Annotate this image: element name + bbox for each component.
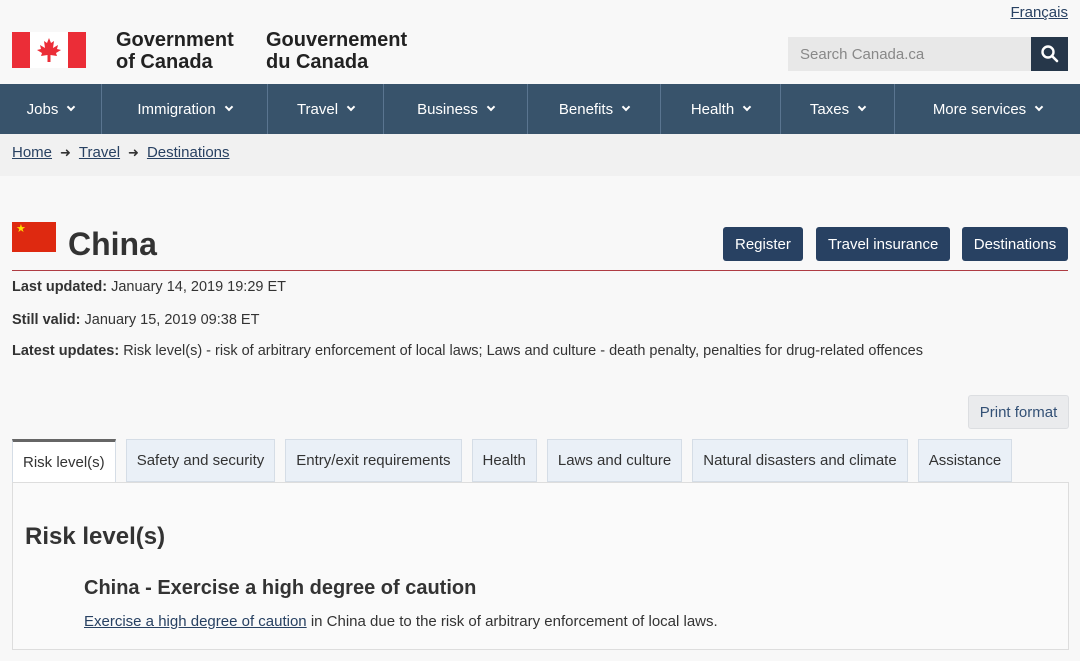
chevron-down-icon xyxy=(857,102,867,112)
search-input[interactable]: Search Canada.ca xyxy=(788,37,1032,71)
tab-assistance[interactable]: Assistance xyxy=(917,439,1013,482)
tab-laws-culture[interactable]: Laws and culture xyxy=(546,439,683,482)
risk-level-heading: China - Exercise a high degree of cautio… xyxy=(84,577,477,599)
travel-insurance-button[interactable]: Travel insurance xyxy=(816,227,951,261)
last-updated-label: Last updated: xyxy=(12,279,108,295)
signature-fr[interactable]: Gouvernement du Canada xyxy=(266,29,407,73)
chevron-down-icon xyxy=(346,102,356,112)
signature-en[interactable]: Government of Canada xyxy=(116,29,234,73)
breadcrumb: Home ➜ Travel ➜ Destinations xyxy=(12,144,230,161)
menu-item-taxes[interactable]: Taxes xyxy=(781,84,895,134)
canada-flag-icon xyxy=(12,32,86,68)
risk-level-link[interactable]: Exercise a high degree of caution xyxy=(84,613,307,630)
last-updated-value: January 14, 2019 19:29 ET xyxy=(111,279,287,295)
tab-natural-disasters[interactable]: Natural disasters and climate xyxy=(692,439,908,482)
arrow-right-icon: ➜ xyxy=(128,144,139,160)
title-divider xyxy=(12,270,1068,271)
language-toggle-link[interactable]: Français xyxy=(1010,4,1068,21)
last-updated: Last updated: January 14, 2019 19:29 ET xyxy=(12,279,286,295)
risk-level-description: Exercise a high degree of caution in Chi… xyxy=(84,613,718,630)
tab-entry-exit[interactable]: Entry/exit requirements xyxy=(285,439,462,482)
chevron-down-icon xyxy=(1034,102,1044,112)
latest-updates: Latest updates: Risk level(s) - risk of … xyxy=(12,343,923,359)
chevron-down-icon xyxy=(621,102,631,112)
tab-health[interactable]: Health xyxy=(471,439,537,482)
breadcrumb-home[interactable]: Home xyxy=(12,144,52,161)
destinations-button[interactable]: Destinations xyxy=(962,227,1068,261)
menu-item-more-services[interactable]: More services xyxy=(895,84,1080,134)
chevron-down-icon xyxy=(67,102,76,112)
signature-fr-line2: du Canada xyxy=(266,51,369,73)
search-icon xyxy=(1040,45,1058,63)
menu-item-travel[interactable]: Travel xyxy=(268,84,384,134)
chevron-down-icon xyxy=(224,102,233,112)
chevron-down-icon xyxy=(742,102,752,112)
search-button[interactable] xyxy=(1031,37,1068,71)
print-format-button[interactable]: Print format xyxy=(968,395,1069,429)
tab-risk-levels[interactable]: Risk level(s) xyxy=(12,439,116,483)
menu-item-jobs[interactable]: Jobs xyxy=(0,84,102,134)
signature-fr-line1: Gouvernement xyxy=(266,29,408,51)
still-valid-value: January 15, 2019 09:38 ET xyxy=(84,312,260,328)
signature-en-line2: of Canada xyxy=(116,51,213,73)
menu-item-immigration[interactable]: Immigration xyxy=(102,84,268,134)
signature-en-line1: Government xyxy=(116,29,234,51)
still-valid-label: Still valid: xyxy=(12,312,81,328)
panel-heading: Risk level(s) xyxy=(25,523,166,550)
arrow-right-icon: ➜ xyxy=(60,144,71,160)
chevron-down-icon xyxy=(486,102,496,112)
tab-safety-security[interactable]: Safety and security xyxy=(125,439,276,482)
register-button[interactable]: Register xyxy=(723,227,803,261)
breadcrumb-destinations[interactable]: Destinations xyxy=(147,144,230,161)
menu-item-business[interactable]: Business xyxy=(384,84,528,134)
risk-level-text: in China due to the risk of arbitrary en… xyxy=(306,613,718,630)
still-valid: Still valid: January 15, 2019 09:38 ET xyxy=(12,312,259,328)
china-flag-icon: ★ xyxy=(12,222,56,252)
tab-list: Risk level(s) Safety and security Entry/… xyxy=(12,439,1013,483)
page-title: China xyxy=(68,226,157,262)
latest-updates-value: Risk level(s) - risk of arbitrary enforc… xyxy=(123,343,923,359)
breadcrumb-travel[interactable]: Travel xyxy=(79,144,120,161)
menu-item-health[interactable]: Health xyxy=(661,84,781,134)
latest-updates-label: Latest updates: xyxy=(12,343,120,359)
main-menu: Jobs Immigration Travel Business Benefit… xyxy=(0,84,1080,134)
tab-panel-risk-levels: Risk level(s) China - Exercise a high de… xyxy=(12,482,1069,650)
menu-item-benefits[interactable]: Benefits xyxy=(528,84,661,134)
